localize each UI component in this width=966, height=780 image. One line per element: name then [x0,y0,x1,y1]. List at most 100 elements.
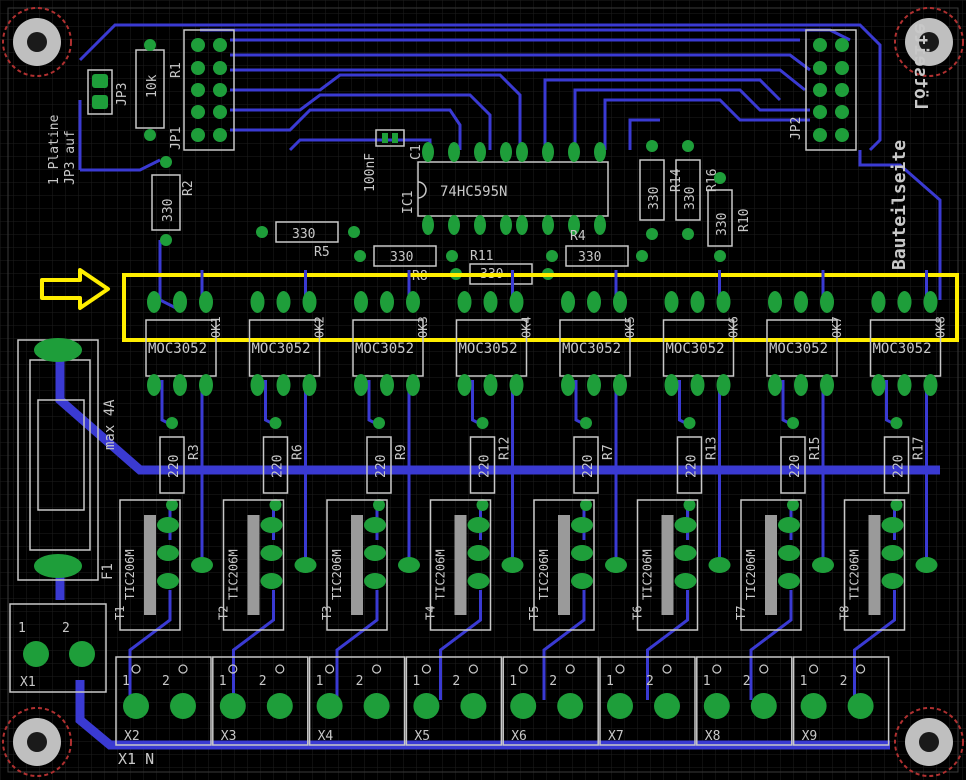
triac-part: TIC206M [227,549,241,600]
terminal-name: X6 [511,729,527,744]
x1-pin1: 1 [18,621,26,636]
triac-name: T7 [734,606,748,620]
terminal-pin1: 1 [800,674,808,689]
optocoupler-part: MOC3052 [148,341,207,357]
x1-label: X1 [20,675,36,690]
note-line2: JP3 auf [63,130,78,185]
jp3-label: JP3 [115,83,130,106]
gate-resistor-name: R6 [291,444,306,460]
side-label: Bauteilseite [889,140,910,270]
triac-part: TIC206M [744,549,758,600]
r1-label: R1 [169,62,184,78]
triac-part: TIC206M [537,549,551,600]
gate-resistor-value: 220 [271,455,286,478]
terminal-name: X3 [221,729,237,744]
r10-label: R10 [737,209,752,232]
r2-value: 330 [161,199,176,222]
terminal-pin1: 1 [509,674,517,689]
terminal-pin2: 2 [162,674,170,689]
optocoupler-name: OK6 [727,316,741,338]
optocoupler-name: OK7 [830,316,844,338]
c1-value: 100nF [363,153,378,192]
r14-label: R14 [669,168,684,192]
terminal-pin2: 2 [646,674,654,689]
triac-name: T5 [527,606,541,620]
x1-pin2: 2 [62,621,70,636]
r4-value: 330 [578,250,601,265]
gate-resistor-value: 220 [892,455,907,478]
terminal-pin1: 1 [122,674,130,689]
ic1-label: IC1 [401,191,416,214]
triac-name: T8 [838,606,852,620]
terminal-pin2: 2 [452,674,460,689]
triac-name: T2 [217,606,231,620]
optocoupler-name: OK3 [416,316,430,338]
triac-name: T1 [113,606,127,620]
gate-resistor-name: R12 [498,437,513,460]
r2-label: R2 [181,180,196,196]
optocoupler-name: OK5 [623,316,637,338]
optocoupler-part: MOC3052 [355,341,414,357]
r5-value: 330 [292,227,315,242]
gate-resistor-name: R3 [187,444,202,460]
gate-resistor-value: 220 [478,455,493,478]
gate-resistor-value: 220 [685,455,700,478]
optocoupler-part: MOC3052 [666,341,725,357]
gate-resistor-name: R15 [808,437,823,460]
terminal-pin1: 1 [219,674,227,689]
r11-label: R11 [470,249,493,264]
terminal-name: X7 [608,729,624,744]
gate-resistor-value: 220 [788,455,803,478]
terminal-pin2: 2 [743,674,751,689]
optocoupler-part: MOC3052 [459,341,518,357]
gate-resistor-name: R7 [601,444,616,460]
fuse-rating: max 4A [102,399,118,450]
gate-resistor-value: 220 [581,455,596,478]
r14-value: 330 [647,187,662,210]
terminal-name: X2 [124,729,140,744]
terminal-pin1: 1 [316,674,324,689]
triac-name: T3 [320,606,334,620]
triac-name: T6 [631,606,645,620]
pcb-layout: JP3 1 Platine JP3 auf 10k R1 JP1 JP2 Bau… [0,0,966,780]
terminal-pin1: 1 [606,674,614,689]
terminal-name: X5 [414,729,430,744]
terminal-pin1: 1 [703,674,711,689]
r10-value: 330 [715,213,730,236]
gate-resistor-name: R17 [912,437,927,460]
optocoupler-name: OK2 [313,316,327,338]
triac-part: TIC206M [123,549,137,600]
note-line1: 1 Platine [47,114,62,185]
side-label-mirror: Lötseite [910,23,931,110]
gate-resistor-value: 220 [167,455,182,478]
r4-label: R4 [570,229,586,244]
triac-part: TIC206M [641,549,655,600]
optocoupler-part: MOC3052 [873,341,932,357]
bottom-left-label: X1 N [118,750,154,768]
gate-resistor-name: R13 [705,437,720,460]
terminal-name: X8 [705,729,721,744]
terminal-pin2: 2 [356,674,364,689]
optocoupler-part: MOC3052 [562,341,621,357]
terminal-pin2: 2 [549,674,557,689]
terminal-pin2: 2 [259,674,267,689]
r16-value: 330 [683,187,698,210]
triac-part: TIC206M [848,549,862,600]
terminal-pin1: 1 [412,674,420,689]
r8-value: 330 [390,250,413,265]
r5-label: R5 [314,245,330,260]
jp1-label: JP1 [169,127,184,150]
terminal-name: X9 [802,729,818,744]
c1-label: C1 [409,144,424,160]
ic1-value: 74HC595N [440,184,507,200]
triac-part: TIC206M [330,549,344,600]
r1-value: 10k [145,74,160,98]
triac-name: T4 [424,606,438,620]
terminal-name: X4 [318,729,334,744]
optocoupler-part: MOC3052 [252,341,311,357]
triac-part: TIC206M [434,549,448,600]
optocoupler-name: OK4 [520,316,534,338]
optocoupler-part: MOC3052 [769,341,828,357]
optocoupler-name: OK1 [209,316,223,338]
gate-resistor-name: R9 [394,444,409,460]
